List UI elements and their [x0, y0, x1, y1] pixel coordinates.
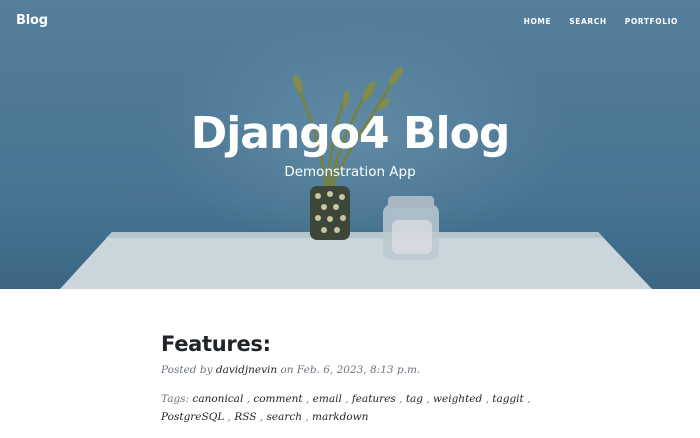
- tag-link[interactable]: taggit: [492, 393, 524, 405]
- tag-link[interactable]: markdown: [312, 411, 368, 423]
- tag-link[interactable]: email: [313, 393, 342, 405]
- post-meta-on: on: [280, 364, 294, 376]
- tag-link[interactable]: search: [266, 411, 302, 423]
- post-tags-label: Tags:: [161, 393, 190, 405]
- nav-item-search: SEARCH: [569, 11, 607, 29]
- tag-link[interactable]: features: [352, 393, 396, 405]
- tag-link[interactable]: PostgreSQL: [161, 411, 224, 423]
- nav-link-search[interactable]: SEARCH: [569, 17, 607, 26]
- tag-link[interactable]: comment: [253, 393, 302, 405]
- nav-link-portfolio[interactable]: PORTFOLIO: [625, 17, 678, 26]
- nav-links: HOME SEARCH PORTFOLIO: [524, 11, 678, 29]
- masthead: Blog HOME SEARCH PORTFOLIO Django4 Blog …: [0, 0, 700, 289]
- site-subtitle: Demonstration App: [284, 164, 416, 180]
- tag-link[interactable]: canonical: [192, 393, 243, 405]
- post-preview: Features: Posted by davidjnevin on Feb. …: [161, 330, 541, 426]
- nav-item-portfolio: PORTFOLIO: [625, 11, 678, 29]
- tag-list: canonical , comment , email , features ,…: [161, 393, 531, 423]
- navbar-brand[interactable]: Blog: [16, 13, 48, 28]
- post-date: Feb. 6, 2023, 8:13 p.m.: [296, 364, 421, 376]
- site-heading: Django4 Blog Demonstration App: [0, 106, 700, 181]
- navbar: Blog HOME SEARCH PORTFOLIO: [0, 0, 700, 40]
- site-title: Django4 Blog: [190, 108, 511, 159]
- nav-link-home[interactable]: HOME: [524, 17, 552, 26]
- post-author-link[interactable]: davidjnevin: [216, 364, 277, 376]
- post-link[interactable]: Features:: [161, 330, 541, 358]
- post-title: Features:: [161, 332, 271, 356]
- post-tags: Tags: canonical , comment , email , feat…: [161, 390, 541, 426]
- post-meta-prefix: Posted by: [161, 364, 213, 376]
- post-meta: Posted by davidjnevin on Feb. 6, 2023, 8…: [161, 363, 541, 377]
- tag-link[interactable]: tag: [406, 393, 423, 405]
- tag-link[interactable]: weighted: [433, 393, 482, 405]
- tag-link[interactable]: RSS: [234, 411, 256, 423]
- nav-item-home: HOME: [524, 11, 552, 29]
